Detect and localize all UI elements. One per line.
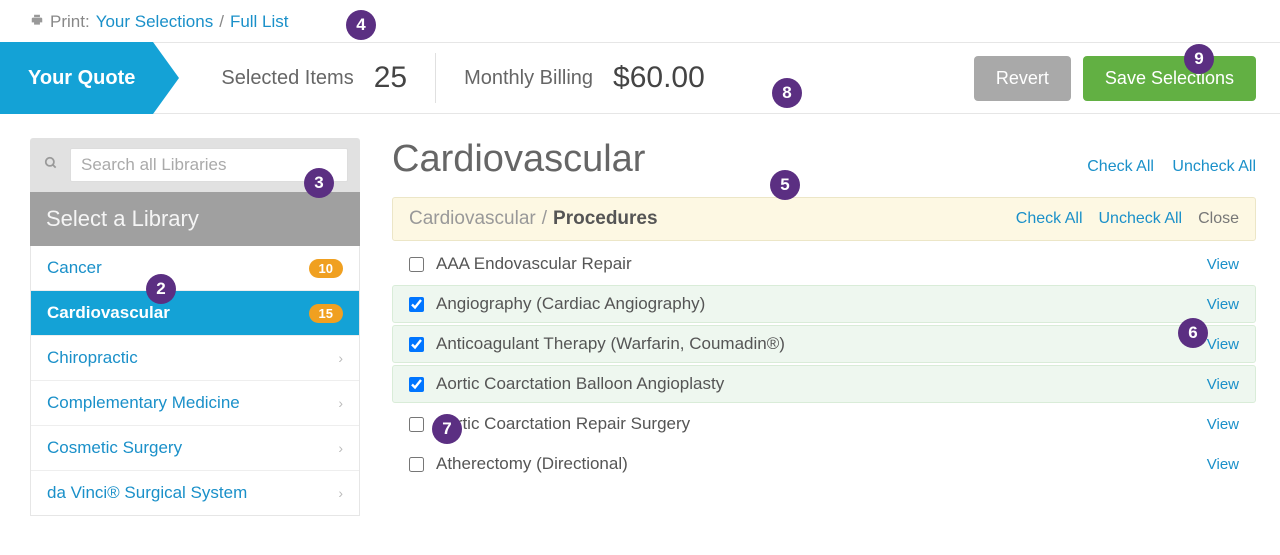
search-box (30, 138, 360, 192)
sidebar: Select a Library Cancer 10 Cardiovascular 1… (30, 138, 360, 516)
print-selections-link[interactable]: Your Selections (96, 12, 214, 32)
section-child: Procedures (553, 208, 658, 230)
procedure-label: Atherectomy (Directional) (436, 454, 1207, 474)
view-link[interactable]: View (1207, 336, 1239, 353)
procedure-checkbox[interactable] (409, 257, 424, 272)
view-link[interactable]: View (1207, 456, 1239, 473)
procedure-row: Anticoagulant Therapy (Warfarin, Coumadi… (392, 325, 1256, 363)
print-label: Print: (50, 12, 90, 32)
procedure-row: Atherectomy (Directional)View (392, 445, 1256, 483)
procedure-label: Angiography (Cardiac Angiography) (436, 294, 1207, 314)
chevron-right-icon: › (338, 485, 343, 501)
procedure-checkbox[interactable] (409, 417, 424, 432)
library-list: Cancer10Cardiovascular15Chiropractic›Com… (30, 246, 360, 516)
section-parent: Cardiovascular (409, 208, 536, 230)
section-close-link[interactable]: Close (1198, 210, 1239, 228)
sidebar-item-da-vinci-surgical-system[interactable]: da Vinci® Surgical System › (31, 471, 359, 515)
sidebar-item-complementary-medicine[interactable]: Complementary Medicine › (31, 381, 359, 426)
print-bar: Print: Your Selections / Full List (0, 0, 1280, 42)
sidebar-item-label: Cancer (47, 258, 102, 278)
procedure-row: AAA Endovascular RepairView (392, 245, 1256, 283)
revert-button[interactable]: Revert (974, 56, 1071, 101)
content-area: Cardiovascular Check All Uncheck All Car… (392, 138, 1256, 516)
view-link[interactable]: View (1207, 376, 1239, 393)
sidebar-item-label: Cosmetic Surgery (47, 438, 182, 458)
procedure-row: Aortic Coarctation Repair SurgeryView (392, 405, 1256, 443)
procedure-label: Aortic Coarctation Balloon Angioplasty (436, 374, 1207, 394)
monthly-billing-value: $60.00 (613, 61, 705, 95)
count-badge: 10 (309, 259, 343, 278)
chevron-right-icon: › (338, 350, 343, 366)
top-link-group: Check All Uncheck All (1073, 158, 1256, 176)
chevron-right-icon: › (338, 395, 343, 411)
procedure-row: Aortic Coarctation Balloon AngioplastyVi… (392, 365, 1256, 403)
view-link[interactable]: View (1207, 296, 1239, 313)
sidebar-item-label: Chiropractic (47, 348, 138, 368)
section-check-all-link[interactable]: Check All (1016, 210, 1083, 228)
procedure-label: AAA Endovascular Repair (436, 254, 1207, 274)
section-bar: Cardiovascular / Procedures Check All Un… (392, 197, 1256, 241)
separator: / (542, 208, 547, 230)
page-title: Cardiovascular (392, 138, 645, 181)
procedure-checkbox[interactable] (409, 377, 424, 392)
monthly-billing-label: Monthly Billing (464, 67, 593, 90)
search-input[interactable] (70, 148, 348, 182)
uncheck-all-link[interactable]: Uncheck All (1172, 158, 1256, 175)
search-icon (42, 156, 60, 174)
procedure-row: Angiography (Cardiac Angiography)View (392, 285, 1256, 323)
view-link[interactable]: View (1207, 416, 1239, 433)
your-quote-tab: Your Quote (0, 42, 153, 114)
sidebar-item-cosmetic-surgery[interactable]: Cosmetic Surgery › (31, 426, 359, 471)
quote-bar: Your Quote Selected Items 25 Monthly Bil… (0, 42, 1280, 114)
check-all-link[interactable]: Check All (1087, 158, 1154, 175)
procedure-checkbox[interactable] (409, 337, 424, 352)
selected-items-label: Selected Items (221, 67, 353, 90)
separator: / (219, 12, 224, 32)
print-icon (30, 13, 44, 31)
monthly-billing-metric: Monthly Billing $60.00 (435, 53, 733, 103)
procedure-label: Aortic Coarctation Repair Surgery (436, 414, 1207, 434)
sidebar-item-cardiovascular[interactable]: Cardiovascular 15 (31, 291, 359, 336)
sidebar-item-label: Cardiovascular (47, 303, 170, 323)
procedure-checkbox[interactable] (409, 297, 424, 312)
print-full-list-link[interactable]: Full List (230, 12, 289, 32)
library-header: Select a Library (30, 192, 360, 246)
section-uncheck-all-link[interactable]: Uncheck All (1099, 210, 1183, 228)
count-badge: 15 (309, 304, 343, 323)
procedure-list: AAA Endovascular RepairViewAngiography (… (392, 245, 1256, 483)
chevron-right-icon: › (338, 440, 343, 456)
sidebar-item-label: Complementary Medicine (47, 393, 240, 413)
sidebar-item-label: da Vinci® Surgical System (47, 483, 247, 503)
selected-items-metric: Selected Items 25 (193, 53, 435, 103)
selected-items-value: 25 (374, 61, 407, 95)
view-link[interactable]: View (1207, 256, 1239, 273)
sidebar-item-chiropractic[interactable]: Chiropractic › (31, 336, 359, 381)
sidebar-item-cancer[interactable]: Cancer 10 (31, 246, 359, 291)
procedure-checkbox[interactable] (409, 457, 424, 472)
save-selections-button[interactable]: Save Selections (1083, 56, 1256, 101)
procedure-label: Anticoagulant Therapy (Warfarin, Coumadi… (436, 334, 1207, 354)
